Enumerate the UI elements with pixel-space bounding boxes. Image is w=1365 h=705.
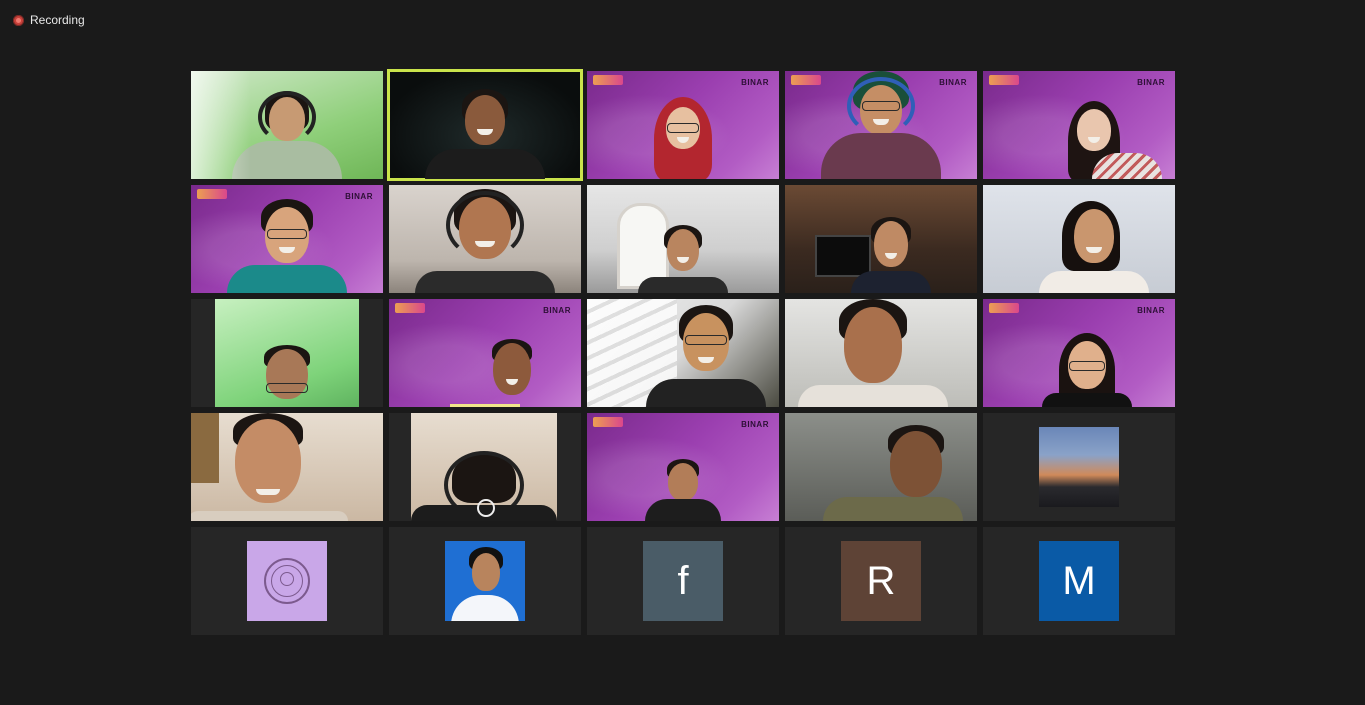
participant-avatar-tile[interactable]: f <box>587 527 779 635</box>
event-badge <box>791 75 821 85</box>
speaking-indicator <box>450 404 520 407</box>
participant-video-tile[interactable] <box>587 185 779 293</box>
binar-logo: BINAR <box>741 420 769 429</box>
participant-video-tile[interactable] <box>785 413 977 521</box>
event-badge <box>593 417 623 427</box>
participant-video-tile[interactable]: BINAR <box>983 299 1175 407</box>
participant-video-tile[interactable]: BINAR <box>191 185 383 293</box>
recording-label: Recording <box>30 13 85 27</box>
recording-icon <box>13 14 24 26</box>
participant-video-tile[interactable] <box>983 185 1175 293</box>
event-badge <box>593 75 623 85</box>
participant-video-tile[interactable] <box>785 185 977 293</box>
participant-avatar-tile[interactable]: R <box>785 527 977 635</box>
participant-video-tile[interactable] <box>587 299 779 407</box>
headset-icon <box>446 191 524 259</box>
participant-video-tile[interactable]: BINAR <box>785 71 977 179</box>
binar-logo: BINAR <box>543 306 571 315</box>
participant-profile-logo <box>247 541 327 621</box>
participant-photo <box>1039 427 1119 507</box>
participant-video-tile[interactable] <box>389 413 581 521</box>
binar-logo: BINAR <box>1137 78 1165 87</box>
participant-initial-avatar: f <box>643 541 723 621</box>
binar-logo: BINAR <box>345 192 373 201</box>
participant-photo <box>445 541 525 621</box>
event-badge <box>989 75 1019 85</box>
participant-video-tile[interactable] <box>785 299 977 407</box>
participant-video-tile[interactable] <box>191 299 383 407</box>
event-badge <box>989 303 1019 313</box>
participant-avatar-tile[interactable] <box>983 413 1175 521</box>
frame <box>191 413 219 483</box>
binar-logo: BINAR <box>939 78 967 87</box>
headset-icon <box>258 91 316 143</box>
participant-initial-avatar: R <box>841 541 921 621</box>
reaction-icon <box>477 499 495 517</box>
recording-indicator[interactable]: Recording <box>13 13 85 27</box>
profile-emblem-icon <box>264 558 310 604</box>
event-badge <box>395 303 425 313</box>
event-badge <box>197 189 227 199</box>
participant-initial-avatar: M <box>1039 541 1119 621</box>
participant-avatar-tile[interactable] <box>389 527 581 635</box>
binar-logo: BINAR <box>741 78 769 87</box>
participant-video-tile[interactable] <box>191 71 383 179</box>
gallery-grid: BINAR BINAR BINAR BINAR BINAR BINAR BINA… <box>191 69 1175 635</box>
headset-icon <box>847 77 915 135</box>
participant-video-tile[interactable]: BINAR <box>983 71 1175 179</box>
participant-avatar-tile[interactable] <box>191 527 383 635</box>
participant-video-tile[interactable] <box>389 185 581 293</box>
binar-logo: BINAR <box>1137 306 1165 315</box>
participant-video-tile[interactable]: BINAR <box>587 71 779 179</box>
participant-video-tile[interactable]: BINAR <box>587 413 779 521</box>
participant-video-tile-active-speaker[interactable] <box>387 69 583 181</box>
participant-figure <box>465 95 505 145</box>
participant-video-tile[interactable] <box>191 413 383 521</box>
participant-avatar-tile[interactable]: M <box>983 527 1175 635</box>
tv-screen <box>815 235 871 277</box>
participant-video-tile[interactable]: BINAR <box>389 299 581 407</box>
